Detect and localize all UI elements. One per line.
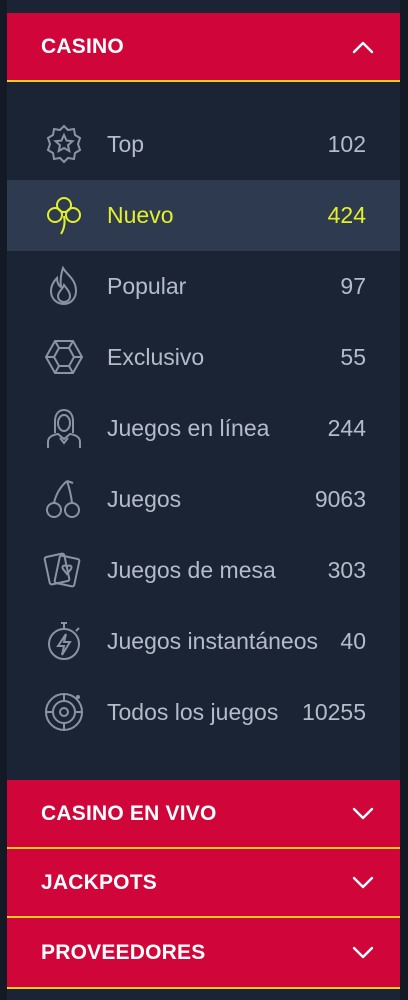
category-count: 97	[340, 273, 366, 299]
category-item-nuevo[interactable]: Nuevo 424	[7, 180, 400, 251]
category-item-juegos-instantaneos[interactable]: Juegos instantáneos 40	[7, 606, 400, 677]
category-item-juegos-en-linea[interactable]: Juegos en línea 244	[7, 393, 400, 464]
chevron-down-icon	[352, 807, 374, 819]
dealer-icon	[47, 408, 81, 448]
category-count: 303	[327, 557, 366, 583]
chevron-up-icon	[352, 41, 374, 53]
jackpots-section-title: JACKPOTS	[41, 870, 157, 894]
casino-section-header[interactable]: CASINO	[7, 13, 400, 82]
proveedores-section-header[interactable]: PROVEEDORES	[7, 918, 400, 989]
category-count: 244	[327, 415, 366, 441]
category-count: 55	[340, 344, 366, 370]
category-item-popular[interactable]: Popular 97	[7, 251, 400, 322]
panel-top-strip	[7, 0, 400, 12]
chevron-down-icon	[352, 876, 374, 888]
category-item-exclusivo[interactable]: Exclusivo 55	[7, 322, 400, 393]
category-label: Juegos	[107, 486, 182, 512]
casino-en-vivo-section-title: CASINO EN VIVO	[41, 801, 217, 825]
category-count: 40	[340, 628, 366, 654]
category-count: 102	[327, 131, 366, 157]
casino-category-list: Top 102 Nuevo 424 Popular 97 Exclusivo 5…	[7, 109, 400, 748]
casino-section-title: CASINO	[41, 34, 124, 58]
casino-en-vivo-section-header[interactable]: CASINO EN VIVO	[7, 780, 400, 849]
category-label: Nuevo	[107, 202, 174, 228]
category-label: Top	[107, 131, 145, 157]
category-label: Juegos en línea	[107, 415, 270, 441]
category-label: Popular	[107, 273, 187, 299]
cherry-icon	[46, 480, 80, 518]
gem-icon	[44, 340, 84, 374]
clover-icon	[47, 197, 81, 235]
category-label: Exclusivo	[107, 344, 205, 370]
category-item-juegos[interactable]: Juegos 9063	[7, 464, 400, 535]
playing-cards-icon	[43, 552, 81, 588]
category-label: Juegos instantáneos	[107, 628, 318, 654]
category-count: 10255	[302, 699, 366, 725]
roulette-icon	[45, 693, 83, 731]
flame-icon	[49, 265, 78, 306]
star-badge-icon	[46, 124, 82, 164]
category-item-juegos-de-mesa[interactable]: Juegos de mesa 303	[7, 535, 400, 606]
category-label: Juegos de mesa	[107, 557, 276, 583]
chevron-down-icon	[352, 946, 374, 958]
proveedores-section-title: PROVEEDORES	[41, 940, 206, 964]
category-label: Todos los juegos	[107, 699, 279, 725]
category-item-top[interactable]: Top 102	[7, 109, 400, 180]
jackpots-section-header[interactable]: JACKPOTS	[7, 849, 400, 918]
category-item-todos-los-juegos[interactable]: Todos los juegos 10255	[7, 677, 400, 748]
category-panel: CASINO Top 102 Nuevo 424 Popular 97 Excl…	[7, 0, 400, 1000]
stopwatch-bolt-icon	[48, 622, 80, 660]
category-count: 9063	[314, 486, 366, 512]
category-count: 424	[327, 202, 366, 228]
